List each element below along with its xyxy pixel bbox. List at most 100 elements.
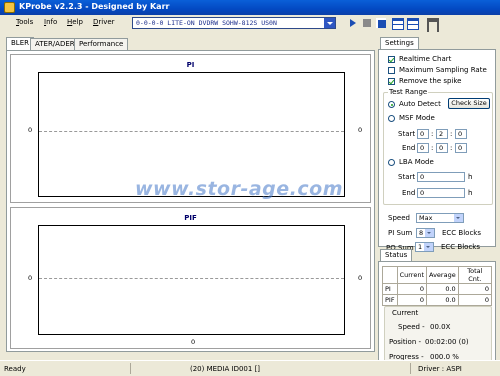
status-divider	[130, 363, 131, 374]
msf-start-min-input[interactable]: 0	[417, 129, 429, 139]
lba-mode-label: LBA Mode	[399, 158, 434, 166]
bler-panel: PI 0 0 PIF 0 0 0	[6, 50, 375, 352]
test-range-group: Test Range Auto Detect Check Size MSF Mo…	[383, 88, 493, 205]
pi-sum-unit: ECC Blocks	[442, 229, 482, 237]
kprobe-app-icon	[4, 2, 15, 13]
current-legend: Current	[392, 309, 419, 317]
status-cell: 0	[396, 283, 428, 295]
auto-detect-radio[interactable]	[388, 101, 395, 108]
status-row-label: PI	[382, 283, 398, 295]
menu-info[interactable]: Info	[44, 18, 57, 26]
tab-performance[interactable]: Performance	[74, 38, 129, 50]
menu-driver[interactable]: Driver	[93, 18, 115, 26]
speed-label: Speed	[388, 214, 410, 222]
remove-spike-checkbox[interactable]	[388, 78, 395, 85]
po-sum-value: 1	[418, 243, 423, 251]
chevron-down-icon[interactable]	[454, 214, 463, 222]
drive-select[interactable]: 0-0-0-0 LITE-ON DVDRW SOHW-812S US0N	[132, 17, 336, 29]
po-sum-select[interactable]: 1	[415, 242, 434, 252]
pif-y-tick-left: 0	[28, 274, 33, 282]
lba-end-unit: h	[468, 189, 473, 197]
remove-spike-label: Remove the spike	[399, 77, 462, 85]
msf-start-min-unit: :	[431, 130, 434, 138]
stop-test-button[interactable]	[361, 17, 373, 29]
drive-select-value: 0-0-0-0 LITE-ON DVDRW SOHW-812S US0N	[136, 19, 277, 27]
auto-detect-label: Auto Detect	[399, 100, 441, 108]
status-driver: Driver : ASPI	[418, 365, 462, 373]
status-col-blank	[382, 266, 398, 284]
po-sum-unit: ECC Blocks	[441, 243, 481, 251]
speed-status-label: Speed -	[398, 323, 425, 331]
table-row: PI 0 0.0 0	[382, 283, 493, 295]
msf-end-sec-unit: :	[450, 144, 453, 152]
start-test-button[interactable]	[347, 17, 359, 29]
status-cell: 0	[457, 294, 493, 306]
menu-help[interactable]: Help	[67, 18, 83, 26]
pi-sum-value: 8	[419, 229, 424, 237]
msf-start-sec-input[interactable]: 2	[436, 129, 448, 139]
msf-end-frame-input[interactable]: 0	[455, 143, 467, 153]
chevron-down-icon[interactable]	[324, 18, 335, 28]
status-cell: 0.0	[426, 294, 459, 306]
status-cell: 0	[457, 283, 493, 295]
tab-settings[interactable]: Settings	[380, 37, 419, 49]
status-table: Current Average Total Cnt. PI 0 0.0 0 PI…	[382, 266, 493, 306]
pi-sum-label: PI Sum	[388, 229, 413, 237]
speed-select[interactable]: Max	[416, 213, 464, 223]
check-size-button[interactable]: Check Size	[448, 98, 490, 109]
msf-start-label: Start	[398, 130, 416, 138]
pif-chart: PIF 0 0 0	[10, 207, 371, 349]
status-media-id: (20) MEDIA ID001 []	[190, 365, 261, 373]
table-row: PIF 0 0.0 0	[382, 294, 493, 306]
msf-start-sec-unit: :	[450, 130, 453, 138]
msf-end-label: End	[402, 144, 416, 152]
tab-status[interactable]: Status	[380, 249, 413, 261]
msf-end-sec-input[interactable]: 0	[436, 143, 448, 153]
speed-select-value: Max	[419, 214, 433, 222]
pif-zero-line	[39, 278, 344, 279]
status-cell: 0.0	[426, 283, 459, 295]
pi-sum-select[interactable]: 8	[416, 228, 435, 238]
max-sampling-checkbox[interactable]	[388, 67, 395, 74]
watermark: www.stor-age.com	[135, 178, 344, 200]
msf-mode-radio[interactable]	[388, 115, 395, 122]
status-ready: Ready	[4, 365, 26, 373]
chevron-down-icon[interactable]	[424, 243, 433, 251]
pif-x-tick: 0	[191, 338, 196, 346]
status-col-current: Current	[396, 266, 428, 284]
status-divider	[410, 363, 411, 374]
msf-mode-label: MSF Mode	[399, 114, 435, 122]
lba-start-input[interactable]: 0	[417, 172, 465, 182]
realtime-chart-checkbox[interactable]	[388, 56, 395, 63]
lba-start-unit: h	[468, 173, 473, 181]
chevron-down-icon[interactable]	[425, 229, 434, 237]
window-title: KProbe v2.2.3 - Designed by Karr	[19, 2, 170, 11]
max-sampling-label: Maximum Sampling Rate	[399, 66, 487, 74]
save-button[interactable]	[375, 17, 387, 29]
menu-tools[interactable]: Tools	[16, 18, 33, 26]
settings-panel: Realtime Chart Maximum Sampling Rate Rem…	[378, 49, 496, 252]
layout-1-button[interactable]	[391, 17, 404, 30]
tab-ater-ader[interactable]: ATER/ADER	[30, 38, 80, 50]
status-cell: 0	[396, 294, 428, 306]
msf-start-frame-input[interactable]: 0	[455, 129, 467, 139]
status-bar: Ready (20) MEDIA ID001 [] Driver : ASPI	[0, 360, 500, 376]
layout-2-button[interactable]	[406, 17, 419, 30]
position-label: Position -	[389, 338, 422, 346]
lba-end-label: End	[402, 189, 416, 197]
pif-plot-area	[38, 225, 345, 335]
title-bar: KProbe v2.2.3 - Designed by Karr	[0, 0, 500, 15]
status-col-total: Total Cnt.	[457, 266, 493, 284]
pi-y-tick-right: 0	[358, 126, 363, 134]
position-value: 00:02:00 (0)	[425, 338, 469, 346]
msf-end-min-input[interactable]: 0	[417, 143, 429, 153]
lba-end-input[interactable]: 0	[417, 188, 465, 198]
status-col-average: Average	[426, 266, 459, 284]
lba-mode-radio[interactable]	[388, 159, 395, 166]
tools-button[interactable]	[425, 17, 439, 32]
pi-y-tick-left: 0	[28, 126, 33, 134]
pif-y-tick-right: 0	[358, 274, 363, 282]
status-panel: Current Average Total Cnt. PI 0 0.0 0 PI…	[378, 261, 496, 376]
pif-chart-title: PIF	[184, 214, 197, 222]
pi-zero-line	[39, 131, 344, 132]
